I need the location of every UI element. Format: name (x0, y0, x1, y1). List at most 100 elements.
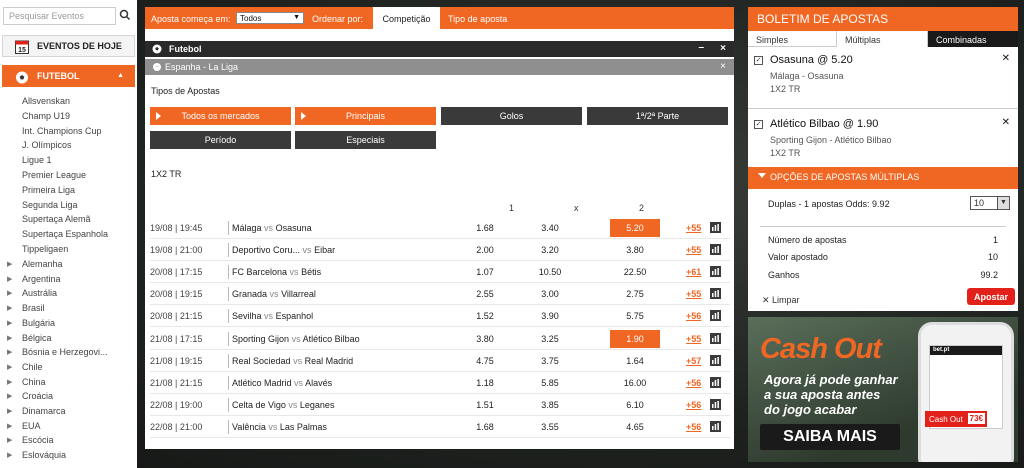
cashout-banner[interactable]: Cash Out Agora já pode ganhar a sua apos… (748, 317, 1018, 462)
more-markets-link[interactable]: +61 (686, 267, 701, 277)
sidebar-country-item[interactable]: Chile (22, 362, 43, 372)
more-markets-link[interactable]: +57 (686, 356, 701, 366)
event-match[interactable]: Málaga vs Osasuna (232, 223, 312, 233)
event-match[interactable]: FC Barcelona vs Bétis (232, 267, 321, 277)
more-markets-link[interactable]: +55 (686, 223, 701, 233)
sidebar-country-item[interactable]: Alemanha (22, 259, 63, 269)
event-match[interactable]: Sevilha vs Espanhol (232, 311, 313, 321)
market-button[interactable]: Todos os mercados (150, 107, 291, 125)
multiple-options-header[interactable]: OPÇÕES DE APOSTAS MÚLTIPLAS (748, 167, 1018, 189)
expand-arrow-icon[interactable]: ▶ (7, 436, 12, 444)
event-match[interactable]: Celta de Vigo vs Leganes (232, 400, 334, 410)
odd-home[interactable]: 4.75 (460, 352, 510, 370)
sidebar-country-item[interactable]: EUA (22, 421, 41, 431)
close-icon[interactable]: × (720, 61, 726, 72)
close-icon[interactable]: × (720, 43, 726, 54)
checkbox[interactable]: ✓ (754, 120, 763, 129)
search-input[interactable]: Pesquisar Eventos (3, 7, 116, 25)
expand-arrow-icon[interactable]: ▶ (7, 392, 12, 400)
market-button[interactable]: Especiais (295, 131, 436, 149)
expand-arrow-icon[interactable]: ▶ (7, 348, 12, 356)
sidebar-league-item[interactable]: Tippeligaen (22, 244, 68, 254)
sidebar-country-item[interactable]: Brasil (22, 303, 45, 313)
event-match[interactable]: Real Sociedad vs Real Madrid (232, 356, 353, 366)
expand-arrow-icon[interactable]: ▶ (7, 275, 12, 283)
odd-home[interactable]: 3.80 (460, 330, 510, 348)
odd-draw[interactable]: 3.00 (525, 285, 575, 303)
market-button[interactable]: 1ª/2ª Parte (587, 107, 728, 125)
odd-draw[interactable]: 3.20 (525, 241, 575, 259)
stats-icon[interactable] (710, 354, 721, 366)
odd-away[interactable]: 6.10 (610, 396, 660, 414)
sidebar-country-item[interactable]: Dinamarca (22, 406, 66, 416)
stake-select[interactable]: 10 ▼ (970, 196, 1010, 210)
collapse-icon[interactable]: − (153, 63, 161, 71)
sidebar-league-item[interactable]: Allsvenskan (22, 96, 70, 106)
more-markets-link[interactable]: +56 (686, 378, 701, 388)
sidebar-country-item[interactable]: Bulgária (22, 318, 55, 328)
odd-draw[interactable]: 10.50 (525, 263, 575, 281)
stats-icon[interactable] (710, 398, 721, 410)
more-markets-link[interactable]: +55 (686, 245, 701, 255)
odd-draw[interactable]: 3.40 (525, 219, 575, 237)
sidebar-league-item[interactable]: Segunda Liga (22, 200, 78, 210)
odd-away[interactable]: 1.64 (610, 352, 660, 370)
minimize-icon[interactable]: – (698, 42, 704, 53)
stats-icon[interactable] (710, 288, 721, 300)
expand-arrow-icon[interactable]: ▶ (7, 422, 12, 430)
stats-icon[interactable] (710, 266, 721, 278)
odd-home[interactable]: 1.52 (460, 307, 510, 325)
expand-arrow-icon[interactable]: ▶ (7, 378, 12, 386)
market-button[interactable]: Golos (441, 107, 582, 125)
expand-arrow-icon[interactable]: ▶ (7, 304, 12, 312)
stats-icon[interactable] (710, 420, 721, 432)
odd-away[interactable]: 5.20 (610, 219, 660, 237)
sidebar-league-item[interactable]: Int. Champions Cup (22, 126, 102, 136)
sidebar-country-item[interactable]: Argentina (22, 274, 61, 284)
expand-arrow-icon[interactable]: ▶ (7, 363, 12, 371)
odd-draw[interactable]: 3.85 (525, 396, 575, 414)
tab-simples[interactable]: Simples (748, 31, 836, 47)
remove-bet-icon[interactable]: ✕ (1002, 53, 1010, 64)
sidebar-league-item[interactable]: Primeira Liga (22, 185, 75, 195)
search-icon[interactable] (118, 8, 132, 22)
place-bet-button[interactable]: Apostar (967, 288, 1015, 305)
odd-away[interactable]: 16.00 (610, 374, 660, 392)
sidebar-league-item[interactable]: Champ U19 (22, 111, 70, 121)
tab-multiplas[interactable]: Múltiplas (836, 31, 928, 47)
odd-home[interactable]: 2.55 (460, 285, 510, 303)
sidebar-country-item[interactable]: Escócia (22, 435, 54, 445)
tab-bet-type[interactable]: Tipo de aposta (448, 14, 507, 24)
sidebar-country-item[interactable]: Bósnia e Herzegovi... (22, 347, 108, 357)
expand-arrow-icon[interactable]: ▶ (7, 451, 12, 459)
event-match[interactable]: Sporting Gijon vs Atlético Bilbao (232, 334, 360, 344)
market-button[interactable]: Principais (295, 107, 436, 125)
sidebar-league-item[interactable]: Supertaça Alemã (22, 214, 91, 224)
more-markets-link[interactable]: +56 (686, 422, 701, 432)
event-match[interactable]: Deportivo Coru... vs Eibar (232, 245, 335, 255)
sidebar-country-item[interactable]: Eslováquia (22, 450, 66, 460)
odd-away[interactable]: 2.75 (610, 285, 660, 303)
sidebar-league-item[interactable]: Ligue 1 (22, 155, 52, 165)
checkbox[interactable]: ✓ (754, 56, 763, 65)
stats-icon[interactable] (710, 332, 721, 344)
clear-button[interactable]: ✕ Limpar (762, 295, 800, 306)
odd-home[interactable]: 1.51 (460, 396, 510, 414)
stats-icon[interactable] (710, 222, 721, 233)
sidebar-league-item[interactable]: Supertaça Espanhola (22, 229, 108, 239)
odd-draw[interactable]: 3.75 (525, 352, 575, 370)
event-match[interactable]: Valência vs Las Palmas (232, 422, 327, 432)
stats-icon[interactable] (710, 244, 721, 256)
event-match[interactable]: Granada vs Villarreal (232, 289, 316, 299)
sport-football-toggle[interactable]: FUTEBOL ▲ (2, 65, 135, 87)
sidebar-country-item[interactable]: Bélgica (22, 333, 52, 343)
odd-home[interactable]: 1.68 (460, 219, 510, 237)
remove-bet-icon[interactable]: ✕ (1002, 117, 1010, 128)
stats-icon[interactable] (710, 310, 721, 322)
odd-draw[interactable]: 3.55 (525, 418, 575, 436)
event-match[interactable]: Atlético Madrid vs Alavés (232, 378, 332, 388)
odd-away[interactable]: 5.75 (610, 307, 660, 325)
odd-away[interactable]: 1.90 (610, 329, 660, 348)
today-events-button[interactable]: 15 EVENTOS DE HOJE (2, 35, 135, 57)
expand-arrow-icon[interactable]: ▶ (7, 407, 12, 415)
